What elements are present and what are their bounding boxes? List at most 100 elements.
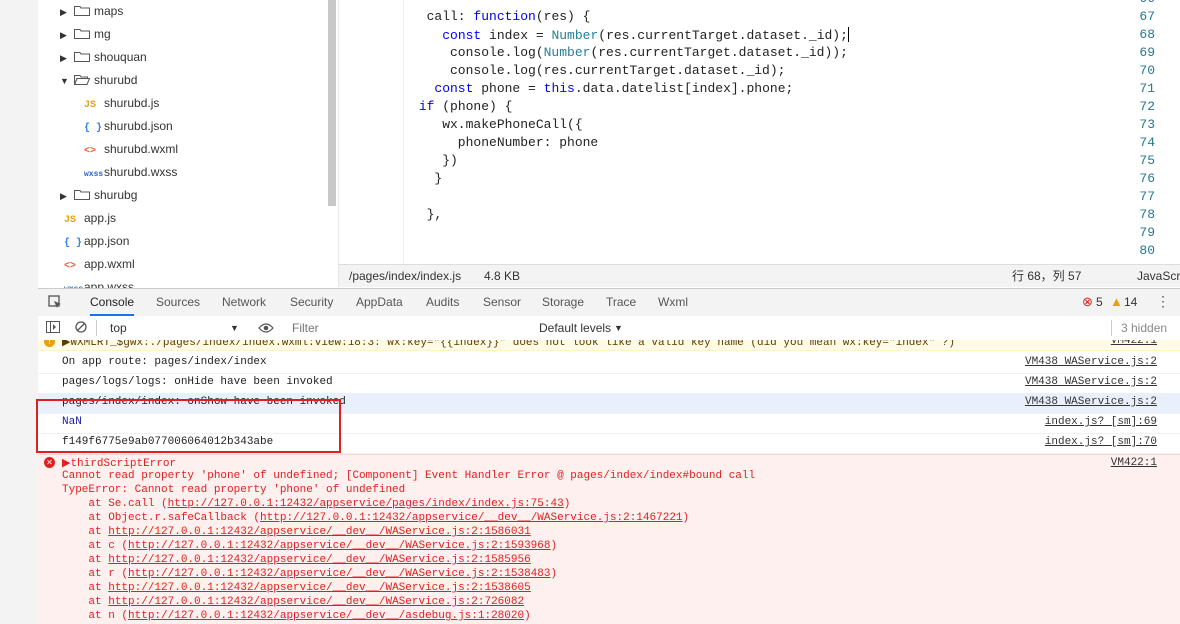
chevron-down-icon[interactable]: ▼: [614, 316, 623, 340]
tree-folder[interactable]: ▶ maps: [60, 0, 123, 23]
line-number: 75: [1139, 153, 1155, 168]
tab-sensor[interactable]: Sensor: [483, 289, 521, 316]
stack-trace-link[interactable]: http://127.0.0.1:12432/appservice/__dev_…: [128, 568, 550, 580]
js-file-icon: JS: [84, 100, 97, 111]
line-number: 78: [1139, 207, 1155, 222]
tree-item-label: shurubd: [94, 73, 138, 87]
stack-trace-link[interactable]: http://127.0.0.1:12432/appservice/__dev_…: [108, 596, 524, 608]
console-message-row[interactable]: On app route: pages/index/index VM438 WAS…: [38, 353, 1180, 374]
code-line[interactable]: phoneNumber: phone: [411, 135, 598, 150]
warning-source[interactable]: VM422:1: [1111, 340, 1157, 347]
sidebar-toggle-icon[interactable]: [46, 316, 60, 340]
chevron-right-icon[interactable]: ▶: [60, 47, 70, 70]
error-row[interactable]: ✕ ▶thirdScriptError VM422:1 Cannot read …: [38, 454, 1180, 624]
tab-wxml[interactable]: Wxml: [658, 289, 688, 316]
console-filter-input[interactable]: [288, 319, 538, 337]
tab-console[interactable]: Console: [90, 289, 135, 316]
code-line[interactable]: }): [411, 153, 458, 168]
code-editor[interactable]: 66 67 call: function(res) {68 const index…: [338, 0, 1180, 264]
warning-message: ▶WXMLRT_$gwx:./pages/index/index.wxml:vi…: [62, 340, 956, 349]
error-count-icon[interactable]: ⊗: [1082, 294, 1093, 310]
tree-file[interactable]: { } shurubd.json: [84, 115, 173, 138]
chevron-down-icon[interactable]: ▼: [60, 70, 70, 93]
tab-security[interactable]: Security: [290, 289, 333, 316]
console-source-link[interactable]: VM438 WAService.js:2: [1025, 396, 1157, 408]
tree-folder[interactable]: ▶ mg: [60, 23, 111, 46]
tree-file[interactable]: wxssshurubd.wxss: [84, 161, 177, 184]
console-source-link[interactable]: VM438 WAService.js:2: [1025, 376, 1157, 388]
console-source-link[interactable]: VM438 WAService.js:2: [1025, 356, 1157, 368]
tab-network[interactable]: Network: [222, 289, 266, 316]
stack-trace-link[interactable]: http://127.0.0.1:12432/appservice/__dev_…: [128, 540, 550, 552]
console-message-row[interactable]: pages/logs/logs: onHide have been invoke…: [38, 373, 1180, 394]
tab-storage[interactable]: Storage: [542, 289, 584, 316]
chevron-down-icon[interactable]: ▼: [230, 316, 239, 340]
error-count[interactable]: 5: [1096, 295, 1103, 309]
console-message-row[interactable]: f149f6775e9ab077006064012b343abe index.js…: [38, 433, 1180, 454]
file-size: 4.8 KB: [484, 269, 521, 283]
code-line[interactable]: call: function(res) {: [411, 9, 591, 24]
log-levels-dropdown[interactable]: Default levels: [539, 316, 611, 340]
cursor-position[interactable]: 行 68，列 57: [1012, 265, 1081, 287]
tree-file[interactable]: JS shurubd.js: [84, 92, 159, 115]
stack-trace-link[interactable]: http://127.0.0.1:12432/appservice/__dev_…: [128, 610, 524, 622]
tree-folder[interactable]: ▶ shurubg: [60, 184, 137, 207]
clear-console-icon[interactable]: [75, 316, 87, 340]
more-options-icon[interactable]: ⋮: [1156, 293, 1170, 310]
warning-count-icon[interactable]: ▲: [1110, 294, 1123, 309]
file-tree-scrollbar[interactable]: [328, 0, 336, 206]
file-path: /pages/index/index.js: [349, 269, 462, 283]
console-message: pages/index/index: onShow have been invo…: [62, 396, 346, 408]
console-source-link[interactable]: index.js? [sm]:70: [1045, 436, 1157, 448]
tab-appdata[interactable]: AppData: [356, 289, 403, 316]
stack-trace-link[interactable]: http://127.0.0.1:12432/appservice/__dev_…: [260, 512, 682, 524]
console-message-row[interactable]: pages/index/index: onShow have been invo…: [38, 393, 1180, 414]
console-message-row[interactable]: NaN index.js? [sm]:69: [38, 413, 1180, 434]
chevron-right-icon[interactable]: ▶: [60, 24, 70, 47]
language-mode[interactable]: JavaScript: [1137, 265, 1180, 287]
error-source[interactable]: VM422:1: [1111, 457, 1157, 469]
error-message: Cannot read property 'phone' of undefine…: [62, 470, 756, 482]
folder-icon: [74, 6, 90, 16]
code-line[interactable]: console.log(Number(res.currentTarget.dat…: [411, 45, 848, 60]
tree-folder[interactable]: ▶ shouquan: [60, 46, 147, 69]
stack-trace-link[interactable]: http://127.0.0.1:12432/appservice/__dev_…: [108, 582, 530, 594]
eye-icon[interactable]: [258, 316, 274, 340]
stack-trace-link[interactable]: http://127.0.0.1:12432/appservice/pages/…: [168, 498, 564, 510]
code-line[interactable]: const phone = this.data.datelist[index].…: [411, 81, 793, 96]
tab-audits[interactable]: Audits: [426, 289, 459, 316]
wxml-file-icon: <>: [64, 261, 77, 272]
toolbar-separator: [96, 320, 97, 336]
js-file-icon: JS: [64, 215, 77, 226]
tree-item-label: shurubd.json: [104, 119, 173, 133]
tree-file[interactable]: { } app.json: [64, 230, 129, 253]
line-number: 70: [1139, 63, 1155, 78]
tree-file[interactable]: <> shurubd.wxml: [84, 138, 178, 161]
stack-trace-link[interactable]: http://127.0.0.1:12432/appservice/__dev_…: [108, 526, 530, 538]
chevron-right-icon[interactable]: ▶: [60, 1, 70, 24]
stack-trace-link[interactable]: http://127.0.0.1:12432/appservice/__dev_…: [108, 554, 530, 566]
tree-file[interactable]: JS app.js: [64, 207, 116, 230]
line-number: 67: [1139, 9, 1155, 24]
error-title[interactable]: ▶thirdScriptError: [62, 456, 176, 470]
tab-sources[interactable]: Sources: [156, 289, 200, 316]
code-line[interactable]: console.log(res.currentTarget.dataset._i…: [411, 63, 785, 78]
inspect-element-icon[interactable]: [48, 295, 62, 312]
tree-file[interactable]: wxssapp.wxss: [64, 276, 134, 288]
code-line[interactable]: const index = Number(res.currentTarget.d…: [411, 27, 849, 43]
code-line[interactable]: }: [411, 171, 442, 186]
line-number: 79: [1139, 225, 1155, 240]
tab-trace[interactable]: Trace: [606, 289, 636, 316]
console-source-link[interactable]: index.js? [sm]:69: [1045, 416, 1157, 428]
tree-folder[interactable]: ▼ shurubd: [60, 69, 137, 92]
code-line[interactable]: wx.makePhoneCall({: [411, 117, 582, 132]
context-selector[interactable]: top: [110, 316, 127, 340]
stack-trace-line: at Object.r.safeCallback (http://127.0.0…: [62, 512, 690, 524]
stack-trace-line: at http://127.0.0.1:12432/appservice/__d…: [62, 582, 531, 594]
chevron-right-icon[interactable]: ▶: [60, 185, 70, 208]
warning-row[interactable]: ! ▶WXMLRT_$gwx:./pages/index/index.wxml:…: [38, 340, 1180, 351]
warning-count[interactable]: 14: [1124, 295, 1137, 309]
code-line[interactable]: },: [411, 207, 443, 222]
code-line[interactable]: if (phone) {: [411, 99, 513, 114]
tree-file[interactable]: <> app.wxml: [64, 253, 135, 276]
